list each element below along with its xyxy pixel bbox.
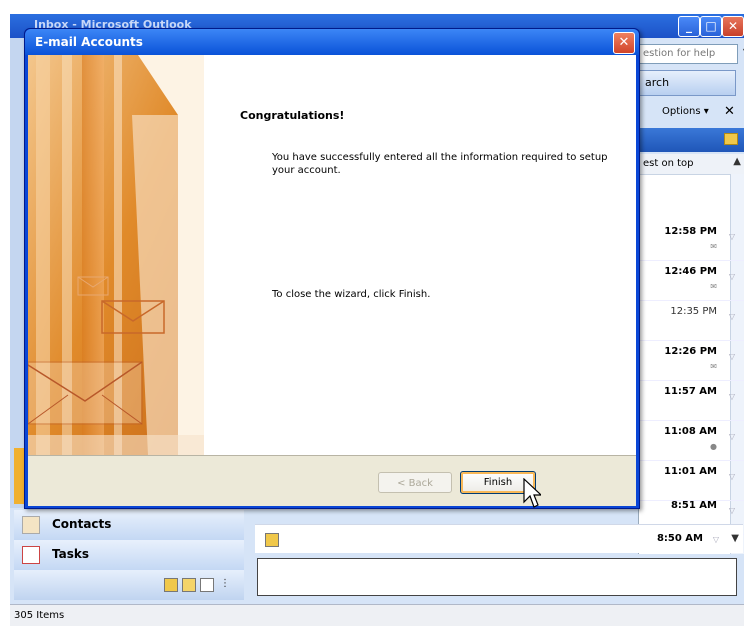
navigation-pane: Contacts Tasks ⋮ bbox=[14, 510, 246, 606]
nav-toolbar: ⋮ bbox=[14, 570, 244, 600]
back-button[interactable]: < Back bbox=[378, 472, 452, 493]
help-placeholder: estion for help bbox=[643, 48, 716, 59]
message-row[interactable]: 12:26 PM ✉ ▽ bbox=[639, 340, 744, 381]
flag-icon[interactable]: ▽ bbox=[729, 392, 735, 401]
contacts-icon bbox=[22, 516, 40, 534]
nav-tasks[interactable]: Tasks bbox=[14, 540, 244, 571]
message-time: 11:08 AM bbox=[663, 426, 717, 437]
nav-contacts[interactable]: Contacts bbox=[14, 510, 244, 541]
mouse-pointer-icon bbox=[523, 478, 541, 508]
envelope-icon: ✉ bbox=[710, 242, 717, 251]
flag-icon[interactable]: ▽ bbox=[713, 535, 719, 544]
message-row[interactable]: 11:08 AM ● ▽ bbox=[639, 420, 744, 461]
envelope-icon: ✉ bbox=[710, 282, 717, 291]
reading-pane bbox=[255, 554, 743, 602]
options-bar: Options ▾ ✕ bbox=[638, 102, 744, 124]
attachment-icon: ● bbox=[710, 442, 717, 451]
message-list: est on top ▲ 12:58 PM ✉ ▽ 12:46 PM ✉ ▽ 1… bbox=[638, 154, 744, 554]
envelope-art-icon bbox=[28, 55, 204, 455]
minimize-icon[interactable]: _ bbox=[678, 16, 700, 37]
options-button[interactable]: Options ▾ bbox=[662, 106, 709, 117]
email-accounts-dialog: E-mail Accounts ✕ Congratulations! You h… bbox=[24, 28, 640, 509]
folder-icon bbox=[724, 133, 738, 145]
flag-icon[interactable]: ▽ bbox=[729, 472, 735, 481]
message-row[interactable]: 12:35 PM ▽ bbox=[639, 300, 744, 341]
shortcuts-icon[interactable] bbox=[200, 578, 214, 592]
message-time: 12:58 PM bbox=[664, 226, 717, 237]
flag-icon[interactable]: ▽ bbox=[729, 232, 735, 241]
nav-contacts-label: Contacts bbox=[52, 517, 112, 531]
message-time: 11:01 AM bbox=[663, 466, 717, 477]
message-time: 12:35 PM bbox=[670, 306, 717, 317]
search-button[interactable]: arch bbox=[638, 70, 736, 96]
message-row[interactable]: 12:58 PM ✉ ▽ bbox=[639, 220, 744, 261]
chevron-up-icon[interactable]: ▲ bbox=[733, 156, 741, 167]
dialog-titlebar: E-mail Accounts ✕ bbox=[25, 29, 639, 55]
wizard-art-image bbox=[28, 55, 204, 455]
sort-label: est on top bbox=[643, 158, 694, 169]
flag-icon[interactable]: ▽ bbox=[729, 506, 735, 515]
flag-icon[interactable]: ▽ bbox=[729, 272, 735, 281]
dropdown-arrow-icon[interactable]: ▼ bbox=[743, 47, 744, 56]
dialog-close-icon[interactable]: ✕ bbox=[613, 32, 635, 54]
status-item-count: 305 Items bbox=[14, 610, 65, 621]
message-row[interactable]: 12:46 PM ✉ ▽ bbox=[639, 260, 744, 301]
wizard-content: Congratulations! You have successfully e… bbox=[204, 55, 636, 455]
search-label: arch bbox=[645, 76, 670, 89]
close-instruction: To close the wizard, click Finish. bbox=[272, 289, 431, 300]
message-time: 8:50 AM bbox=[656, 533, 703, 544]
help-search-box[interactable]: estion for help ▼ bbox=[638, 44, 744, 64]
dialog-body: Congratulations! You have successfully e… bbox=[28, 55, 636, 506]
dialog-title: E-mail Accounts bbox=[35, 35, 143, 49]
flag-icon[interactable]: ▽ bbox=[729, 352, 735, 361]
close-icon[interactable]: ✕ bbox=[722, 16, 744, 37]
reading-pane-content[interactable] bbox=[257, 558, 737, 596]
message-time: 11:57 AM bbox=[663, 386, 717, 397]
notes-icon[interactable] bbox=[164, 578, 178, 592]
message-time: 12:26 PM bbox=[664, 346, 717, 357]
status-bar: 305 Items bbox=[10, 604, 744, 626]
sort-header[interactable]: est on top ▲ bbox=[639, 154, 744, 175]
configure-buttons-icon[interactable]: ⋮ bbox=[220, 578, 230, 590]
nav-tasks-label: Tasks bbox=[52, 547, 90, 561]
dialog-footer: < Back Finish bbox=[28, 455, 636, 506]
close-pane-icon[interactable]: ✕ bbox=[724, 104, 735, 119]
envelope-icon: ✉ bbox=[710, 362, 717, 371]
message-time: 8:51 AM bbox=[670, 500, 717, 511]
flag-icon[interactable]: ▽ bbox=[729, 312, 735, 321]
envelope-icon bbox=[265, 533, 279, 547]
folder-list-icon[interactable] bbox=[182, 578, 196, 592]
tasks-icon bbox=[22, 546, 40, 564]
flag-icon[interactable]: ▽ bbox=[729, 432, 735, 441]
message-row[interactable]: 11:57 AM ▽ bbox=[639, 380, 744, 421]
message-time: 12:46 PM bbox=[664, 266, 717, 277]
success-message: You have successfully entered all the in… bbox=[272, 152, 608, 176]
folder-header bbox=[638, 128, 744, 152]
chevron-down-icon[interactable]: ▼ bbox=[731, 533, 739, 544]
message-row[interactable]: 8:50 AM ▽ ▼ bbox=[255, 524, 743, 553]
congratulations-heading: Congratulations! bbox=[240, 109, 345, 122]
maximize-icon[interactable]: □ bbox=[700, 16, 722, 37]
